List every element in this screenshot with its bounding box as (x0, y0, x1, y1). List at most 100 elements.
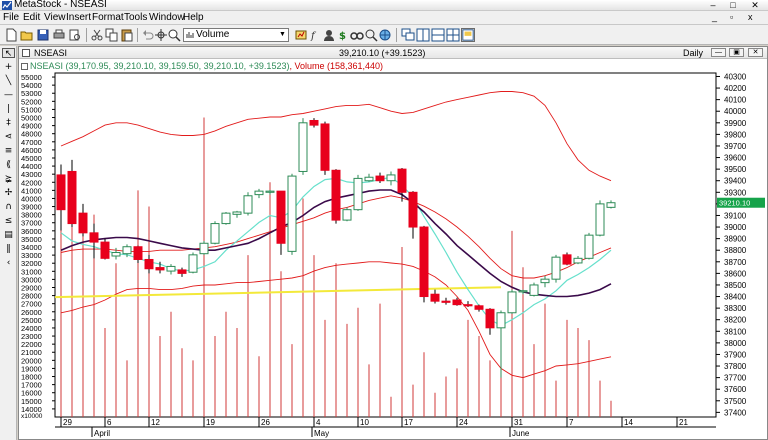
menu-file[interactable]: File (3, 12, 19, 24)
candle-body (320, 123, 330, 171)
open-folder-icon[interactable] (20, 28, 34, 42)
menu-format[interactable]: Format (92, 12, 124, 24)
close-button[interactable]: ✕ (748, 0, 762, 10)
save-icon[interactable] (36, 28, 50, 42)
bullish-candle (221, 211, 231, 225)
internet-icon[interactable] (378, 28, 392, 42)
candle-body (144, 258, 154, 270)
speed-resistance-tool-icon[interactable]: ⋖ (2, 132, 15, 142)
bearish-candle (441, 297, 451, 305)
toolbar-separator (396, 28, 397, 42)
chevron-down-icon[interactable]: ▼ (277, 29, 288, 41)
chart-layout-icon[interactable] (461, 28, 475, 42)
price-axis-label: 38500 (724, 281, 747, 290)
price-axis-label: 40000 (724, 107, 747, 116)
bullish-candle (166, 264, 176, 275)
print-icon[interactable] (52, 28, 66, 42)
arc-tool-icon[interactable]: ✢ (2, 188, 15, 198)
date-axis-day-label: 12 (151, 418, 160, 427)
menu-edit[interactable]: Edit (23, 12, 40, 24)
tile-grid-icon[interactable] (446, 28, 460, 42)
explorer-search-icon[interactable] (364, 28, 378, 42)
text-tool-icon[interactable]: ≤ (2, 216, 15, 226)
legend-checkbox[interactable] (21, 63, 28, 70)
maximize-button[interactable]: □ (726, 0, 740, 10)
candle-body (265, 190, 275, 193)
candle-body (529, 284, 539, 296)
candle-body (243, 195, 253, 214)
vertical-line-tool-icon[interactable]: | (2, 104, 15, 114)
candle-body (573, 257, 583, 264)
candle-body (331, 169, 341, 221)
chart-window: 40300 40200 40100 40000 39900 39800 39700 39600… (18, 46, 768, 440)
price-axis-label: 40300 (724, 72, 747, 81)
indicator-list-icon (186, 32, 194, 38)
crosshair-icon[interactable] (154, 28, 168, 42)
cascade-windows-icon[interactable] (401, 28, 415, 42)
regression-tool-icon[interactable]: ▤ (2, 230, 15, 240)
formula-icon[interactable]: f (308, 28, 322, 42)
chart-close-button[interactable]: ✕ (748, 48, 763, 57)
tile-vertical-icon[interactable] (416, 28, 430, 42)
candle-body (606, 202, 616, 208)
price-chart-plot[interactable]: 40300 40200 40100 40000 39900 39800 39700 39600… (19, 47, 767, 439)
horizontal-line-tool-icon[interactable]: — (2, 90, 15, 100)
candle-body (364, 176, 374, 182)
menu-view[interactable]: View (44, 12, 66, 24)
explorer-icon[interactable] (350, 28, 364, 42)
andrews-pitchfork-tool-icon[interactable]: ‹ (2, 258, 15, 268)
chart-minimize-button[interactable]: — (711, 48, 726, 57)
cut-icon[interactable] (90, 28, 104, 42)
document-close-button[interactable]: x (748, 12, 753, 23)
minimize-button[interactable]: – (706, 0, 720, 10)
candle-body (111, 252, 121, 257)
bearish-candle (133, 245, 143, 263)
system-tester-icon[interactable]: $ (336, 28, 350, 42)
candle-body (67, 170, 77, 225)
expert-advisor-icon[interactable] (322, 28, 336, 42)
undo-icon[interactable] (141, 28, 155, 42)
crosshair-tool-icon[interactable]: + (2, 62, 15, 72)
ellipse-tool-icon[interactable]: ∩ (2, 202, 15, 212)
chart-periodicity[interactable]: Daily (683, 47, 703, 59)
print-preview-icon[interactable] (68, 28, 82, 42)
upper-envelope-line (60, 91, 612, 182)
bullish-candle (353, 174, 363, 211)
bullish-candle (573, 256, 583, 265)
fan-lines-tool-icon[interactable]: ⪶ (2, 174, 15, 184)
bearish-candle (375, 172, 385, 184)
cycle-lines-tool-icon[interactable]: ‖ (2, 244, 15, 254)
document-restore-button[interactable]: ▫ (730, 12, 733, 23)
date-axis-day-label: 24 (459, 418, 468, 427)
copy-icon[interactable] (105, 28, 119, 42)
date-axis-day-label: 26 (261, 418, 270, 427)
bullish-candle (243, 192, 253, 216)
candle-body (342, 209, 352, 221)
paste-icon[interactable] (120, 28, 134, 42)
menu-insert[interactable]: Insert (66, 12, 91, 24)
candle-body (353, 177, 363, 211)
candle-body (298, 122, 308, 172)
indicator-select[interactable]: Volume ▼ (183, 28, 289, 42)
fibonacci-tool-icon[interactable]: ≡ (2, 146, 15, 156)
pointer-tool-icon[interactable]: ↖ (2, 48, 15, 59)
indicator-builder-icon[interactable] (294, 28, 308, 42)
window-titlebar: MetaStock - NSEASI – □ ✕ (0, 0, 768, 11)
zoom-icon[interactable] (167, 28, 181, 42)
document-minimize-button[interactable]: _ (712, 12, 717, 23)
chart-last-quote: 39,210.10 (+39.1523) (339, 48, 426, 58)
toolbar-separator (137, 28, 138, 42)
bullish-candle (265, 189, 275, 195)
menu-tools[interactable]: Tools (124, 12, 147, 24)
menu-window[interactable]: Window (149, 12, 185, 24)
bearish-candle (408, 191, 418, 239)
new-file-icon[interactable] (4, 28, 18, 42)
gann-fan-tool-icon[interactable]: ⟪ (2, 160, 15, 170)
chart-restore-button[interactable]: ▣ (729, 48, 744, 57)
trendline-tool-icon[interactable]: ╲ (2, 76, 15, 86)
tile-horizontal-icon[interactable] (431, 28, 445, 42)
price-axis-label: 38800 (724, 246, 747, 255)
menu-help[interactable]: Help (183, 12, 204, 24)
parallel-lines-tool-icon[interactable]: ‡ (2, 118, 15, 128)
bearish-candle (89, 223, 99, 259)
